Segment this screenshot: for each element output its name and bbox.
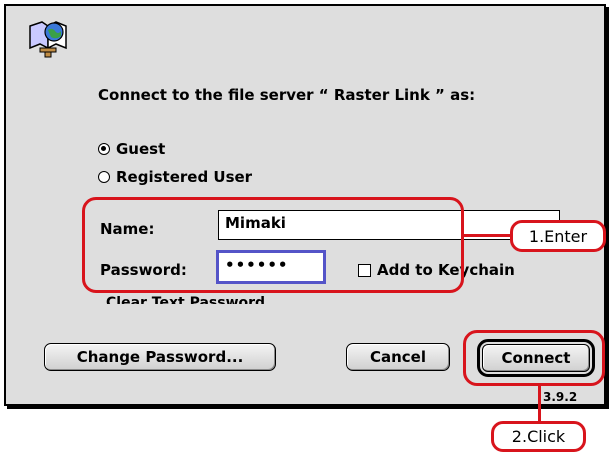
radio-unselected-icon [98, 171, 110, 183]
radio-guest[interactable]: Guest [98, 140, 165, 158]
radio-registered-user[interactable]: Registered User [98, 168, 252, 186]
version-label: 3.9.2 [543, 390, 578, 404]
prompt-text: Connect to the file server “ Raster Link… [98, 86, 476, 104]
file-server-globe-icon [29, 21, 67, 58]
radio-registered-label: Registered User [116, 168, 253, 186]
click-highlight-box [463, 330, 605, 386]
callout-click: 2.Click [491, 421, 586, 452]
enter-highlight-box [82, 197, 464, 293]
enter-connector-line [463, 234, 511, 237]
radio-guest-label: Guest [116, 140, 166, 158]
radio-selected-icon [98, 143, 110, 155]
change-password-button[interactable]: Change Password... [44, 343, 276, 371]
click-connector-line [538, 385, 541, 422]
cancel-button[interactable]: Cancel [346, 343, 450, 371]
callout-enter: 1.Enter [510, 220, 606, 252]
